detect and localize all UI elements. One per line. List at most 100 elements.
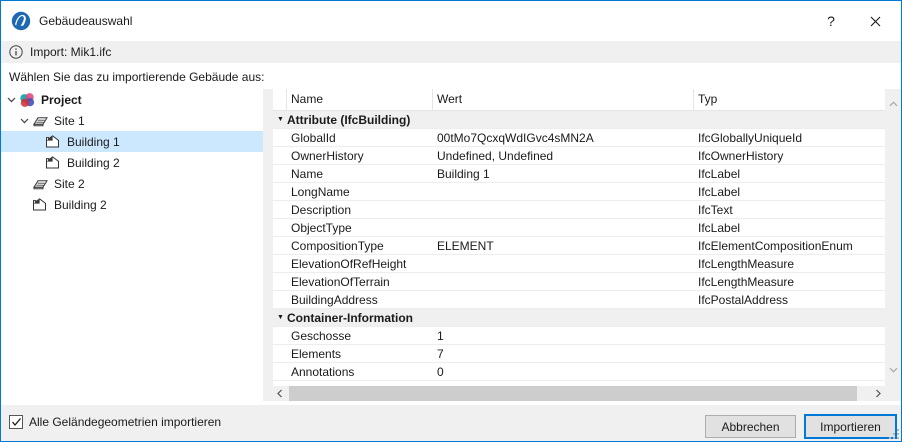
attributes-table: Name Wert Typ ▼Attribute (IfcBuilding)Gl…: [273, 89, 885, 401]
building-icon: [31, 197, 48, 213]
close-button[interactable]: [853, 1, 897, 41]
scroll-right-icon[interactable]: [871, 386, 885, 401]
import-terrain-checkbox[interactable]: [9, 415, 23, 429]
cell-wert: Building 1: [433, 167, 694, 181]
cell-wert: 0: [433, 365, 694, 379]
table-header: Name Wert Typ: [273, 89, 885, 111]
site-icon: [31, 176, 48, 192]
scroll-left-icon[interactable]: [273, 386, 287, 401]
cell-typ: IfcLabel: [694, 167, 885, 181]
tree-item-label: Building 2: [67, 156, 120, 170]
table-row[interactable]: Elements7: [273, 345, 885, 363]
column-header-typ[interactable]: Typ: [694, 89, 885, 110]
cell-typ: IfcText: [694, 203, 885, 217]
tree-item-building-2[interactable]: Building 2: [1, 194, 263, 215]
table-body: ▼Attribute (IfcBuilding)GlobalId00tMo7Qc…: [273, 111, 885, 381]
table-row[interactable]: BuildingAddress IfcPostalAddress: [273, 291, 885, 309]
header-spacer: [273, 89, 287, 110]
tree-item-label: Project: [41, 93, 82, 107]
table-row[interactable]: NameBuilding 1IfcLabel: [273, 165, 885, 183]
building-selection-dialog: Gebäudeauswahl ? Import: Mik1.ifc Wählen…: [0, 0, 902, 442]
close-icon: [870, 16, 881, 27]
check-icon: [11, 417, 22, 427]
help-button[interactable]: ?: [809, 1, 853, 41]
cell-wert: 00tMo7QcxqWdIGvc4sMN2A: [433, 131, 694, 145]
tree-item-project[interactable]: Project: [1, 89, 263, 110]
cell-name: ObjectType: [287, 221, 433, 235]
tree-item-label: Site 2: [54, 177, 85, 191]
cell-name: GlobalId: [287, 131, 433, 145]
chevron-slot: [31, 135, 44, 148]
cancel-button[interactable]: Abbrechen: [705, 415, 796, 438]
table-row[interactable]: ObjectTypeIfcLabel: [273, 219, 885, 237]
chevron-down-icon[interactable]: [18, 114, 31, 127]
info-bar: Import: Mik1.ifc: [1, 41, 901, 63]
collapse-triangle-icon[interactable]: ▼: [277, 314, 287, 321]
cell-name: ElevationOfRefHeight: [287, 257, 433, 271]
table-group-row[interactable]: ▼Container-Information: [273, 309, 885, 327]
cell-wert: 1: [433, 329, 694, 343]
cell-name: Name: [287, 167, 433, 181]
table-row[interactable]: ElevationOfRefHeight IfcLengthMeasure: [273, 255, 885, 273]
chevron-slot: [31, 156, 44, 169]
table-row[interactable]: Annotations0: [273, 363, 885, 381]
import-terrain-label: Alle Geländegeometrien importieren: [29, 405, 221, 439]
info-text: Import: Mik1.ifc: [30, 45, 111, 59]
tree-item-building-1[interactable]: Building 1: [1, 131, 263, 152]
cell-typ: IfcElementCompositionEnum: [694, 239, 885, 253]
title-bar: Gebäudeauswahl ?: [1, 1, 901, 41]
table-row[interactable]: ElevationOfTerrain IfcLengthMeasure: [273, 273, 885, 291]
horizontal-scrollbar[interactable]: [273, 386, 885, 401]
cell-typ: IfcLabel: [694, 185, 885, 199]
cell-name: Geschosse: [287, 329, 433, 343]
column-header-name[interactable]: Name: [287, 89, 433, 110]
cell-name: Description: [287, 203, 433, 217]
panel-gap: [263, 89, 273, 401]
cell-name: Annotations: [287, 365, 433, 379]
scroll-up-icon[interactable]: [885, 97, 901, 111]
cell-typ: IfcLengthMeasure: [694, 275, 885, 289]
cell-typ: IfcPostalAddress: [694, 293, 885, 307]
group-title: Container-Information: [287, 311, 413, 325]
resize-grip[interactable]: [888, 428, 900, 440]
table-row[interactable]: OwnerHistoryUndefined, UndefinedIfcOwner…: [273, 147, 885, 165]
chevron-slot: [18, 177, 31, 190]
footer-bar: Alle Geländegeometrien importieren Abbre…: [1, 405, 901, 441]
scroll-down-icon[interactable]: [885, 363, 901, 377]
horizontal-scroll-thumb[interactable]: [289, 386, 857, 401]
vertical-scrollbar[interactable]: [885, 89, 901, 401]
tree-item-label: Building 1: [67, 135, 120, 149]
cell-typ: IfcLengthMeasure: [694, 257, 885, 271]
import-button[interactable]: Importieren: [804, 414, 897, 439]
table-row[interactable]: LongNameIfcLabel: [273, 183, 885, 201]
tree-item-site-2[interactable]: Site 2: [1, 173, 263, 194]
archicad-logo-icon: [11, 11, 31, 31]
building-icon: [44, 134, 61, 150]
cell-wert: Undefined, Undefined: [433, 149, 694, 163]
cell-typ: IfcGloballyUniqueId: [694, 131, 885, 145]
column-header-wert[interactable]: Wert: [433, 89, 694, 110]
cell-name: Elements: [287, 347, 433, 361]
tree-instruction-label: Wählen Sie das zu importierende Gebäude …: [9, 70, 265, 84]
table-row[interactable]: Description IfcText: [273, 201, 885, 219]
chevron-slot: [18, 198, 31, 211]
group-title: Attribute (IfcBuilding): [287, 113, 410, 127]
table-row[interactable]: GlobalId00tMo7QcxqWdIGvc4sMN2AIfcGloball…: [273, 129, 885, 147]
chevron-down-icon[interactable]: [5, 93, 18, 106]
tree-item-building-2[interactable]: Building 2: [1, 152, 263, 173]
building-tree: Project Site 1 Building 1 Building 2 Site 2 B…: [1, 89, 263, 215]
window-title: Gebäudeauswahl: [39, 14, 132, 28]
info-icon: [9, 45, 23, 59]
table-group-row[interactable]: ▼Attribute (IfcBuilding): [273, 111, 885, 129]
cell-typ: IfcOwnerHistory: [694, 149, 885, 163]
cell-name: BuildingAddress: [287, 293, 433, 307]
content-area: Wählen Sie das zu importierende Gebäude …: [1, 63, 901, 405]
building-icon: [44, 155, 61, 171]
site-icon: [31, 113, 48, 129]
cell-name: ElevationOfTerrain: [287, 275, 433, 289]
table-row[interactable]: Geschosse1: [273, 327, 885, 345]
table-row[interactable]: CompositionTypeELEMENTIfcElementComposit…: [273, 237, 885, 255]
collapse-triangle-icon[interactable]: ▼: [277, 116, 287, 123]
tree-item-site-1[interactable]: Site 1: [1, 110, 263, 131]
cell-wert: 7: [433, 347, 694, 361]
